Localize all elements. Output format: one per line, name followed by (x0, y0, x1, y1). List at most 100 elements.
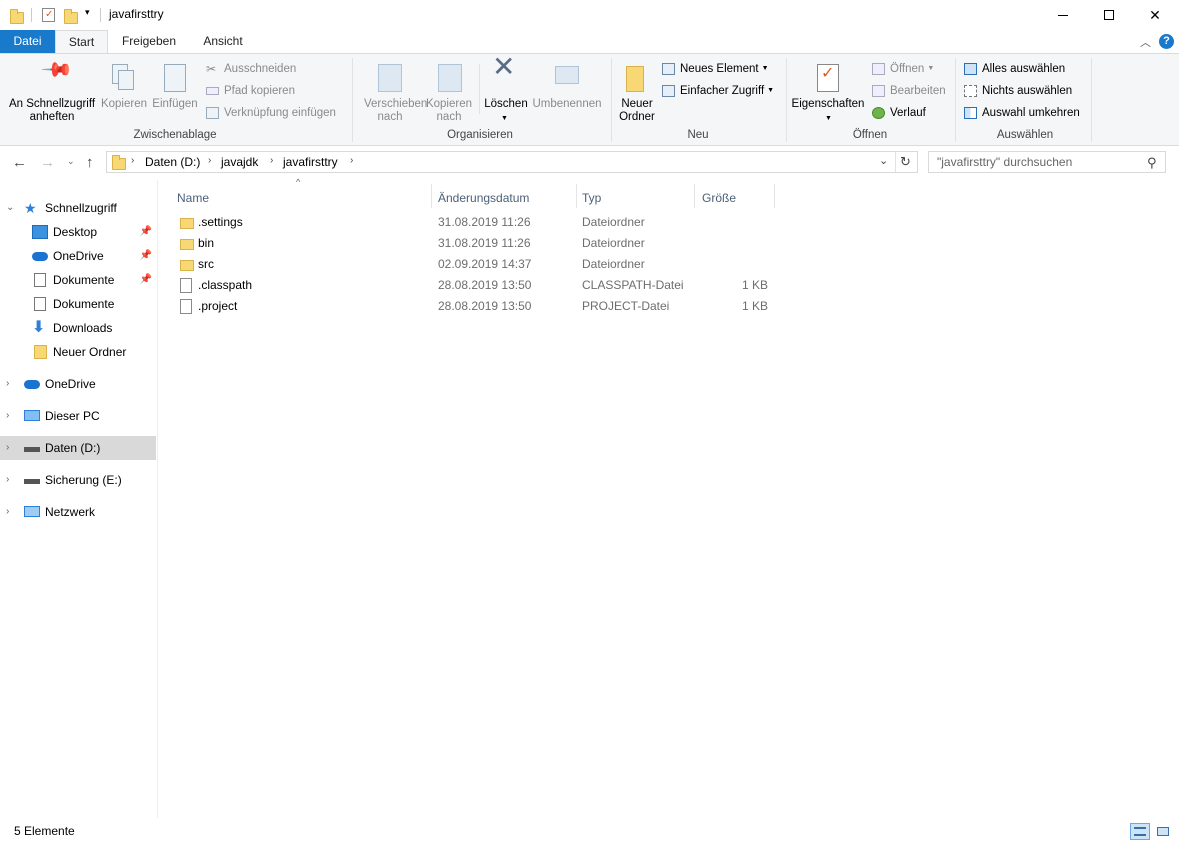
collapsed-chevron-icon[interactable]: › (6, 372, 9, 396)
drive-icon (24, 447, 40, 452)
move-to-button[interactable]: Verschieben nach (356, 62, 428, 132)
copy-to-button[interactable]: Kopieren nach (424, 62, 474, 132)
column-header-size[interactable]: Größe (696, 186, 774, 210)
nav-item-documents-pinned[interactable]: Dokumente 📌 (0, 268, 156, 292)
new-item-button[interactable]: Neues Element ▼ (660, 60, 769, 78)
address-bar[interactable]: › Daten (D:) › javajdk › javafirsttry › … (106, 151, 918, 173)
nav-item-label: Desktop (53, 225, 98, 239)
nav-root-onedrive[interactable]: › OneDrive (0, 372, 156, 396)
up-arrow-icon[interactable]: ↑ (86, 154, 94, 171)
edit-button[interactable]: Bearbeiten (870, 82, 946, 100)
rename-button[interactable]: Umbenennen (530, 62, 604, 132)
move-to-label: Verschieben nach (364, 98, 428, 123)
column-header-name[interactable]: Name (171, 186, 431, 210)
breadcrumb-javafirsttry[interactable]: javafirsttry (283, 155, 338, 169)
column-header-date[interactable]: Änderungsdatum (432, 186, 576, 210)
nav-root-network[interactable]: › Netzwerk (0, 500, 156, 524)
history-button[interactable]: Verlauf (870, 104, 926, 122)
breadcrumb-chevron-icon[interactable]: › (208, 155, 211, 166)
copy-button[interactable]: Kopieren (100, 62, 148, 126)
search-icon[interactable]: ⚲ (1147, 153, 1157, 173)
file-date: 31.08.2019 11:26 (438, 236, 531, 250)
table-row[interactable]: src 02.09.2019 14:37 Dateiordner (174, 254, 794, 275)
nav-root-label: Netzwerk (45, 505, 96, 519)
address-history-dropdown-icon[interactable]: ⌄ (879, 154, 888, 167)
collapsed-chevron-icon[interactable]: › (6, 468, 9, 492)
forward-arrow-icon[interactable]: → (40, 154, 55, 171)
nav-item-label: Downloads (53, 321, 113, 335)
nav-item-documents[interactable]: Dokumente (0, 292, 156, 316)
tab-share[interactable]: Freigeben (110, 30, 188, 53)
qat-customize-icon[interactable]: ▾ (85, 7, 90, 18)
nav-root-drive-e[interactable]: › Sicherung (E:) (0, 468, 156, 492)
properties-dropdown-icon[interactable]: ▼ (825, 112, 832, 125)
new-folder-button[interactable]: Neuer Ordner (614, 62, 660, 132)
pin-icon[interactable]: 📌 (140, 220, 152, 244)
folder-icon (180, 239, 194, 250)
search-input[interactable]: "javafirsttry" durchsuchen ⚲ (928, 151, 1166, 173)
nav-root-drive-d[interactable]: › Daten (D:) (0, 436, 156, 460)
back-arrow-icon[interactable]: ← (12, 154, 27, 171)
paste-shortcut-button[interactable]: Verknüpfung einfügen (204, 104, 336, 122)
breadcrumb-chevron-icon[interactable]: › (350, 155, 353, 166)
delete-button[interactable]: ✕ Löschen ▼ (482, 51, 530, 132)
breadcrumb-javajdk[interactable]: javajdk (221, 155, 258, 169)
paste-button[interactable]: Einfügen (150, 62, 200, 126)
copy-path-button[interactable]: Pfad kopieren (204, 82, 295, 100)
tab-file[interactable]: Datei (0, 30, 55, 53)
breadcrumb-daten[interactable]: Daten (D:) (145, 155, 200, 169)
table-row[interactable]: bin 31.08.2019 11:26 Dateiordner (174, 233, 794, 254)
large-icons-view-icon (1157, 827, 1169, 836)
collapse-ribbon-icon[interactable]: ︿ (1140, 34, 1151, 50)
recent-locations-icon[interactable]: ⌄ (67, 156, 75, 167)
invert-selection-button[interactable]: Auswahl umkehren (962, 104, 1080, 122)
nav-item-desktop[interactable]: Desktop 📌 (0, 220, 156, 244)
nav-item-onedrive-quick[interactable]: OneDrive 📌 (0, 244, 156, 268)
column-header-type[interactable]: Typ (576, 186, 694, 210)
qat-properties-icon[interactable]: ✓ (42, 8, 55, 22)
collapsed-chevron-icon[interactable]: › (6, 500, 9, 524)
nav-item-new-folder[interactable]: Neuer Ordner (0, 340, 156, 364)
desktop-icon (32, 225, 48, 239)
details-view-button[interactable] (1130, 823, 1150, 840)
nav-item-downloads[interactable]: ⬇ Downloads (0, 316, 156, 340)
tab-view[interactable]: Ansicht (190, 30, 256, 53)
open-button[interactable]: Öffnen ▼ (870, 60, 934, 78)
select-all-button[interactable]: Alles auswählen (962, 60, 1065, 78)
table-row[interactable]: .project 28.08.2019 13:50 PROJECT-Datei … (174, 296, 794, 317)
details-view-icon (1134, 827, 1146, 836)
close-button[interactable]: ✕ (1132, 0, 1178, 30)
pin-quick-access-button[interactable]: 📌 An Schnellzugriff anheften (4, 54, 100, 126)
pin-icon[interactable]: 📌 (140, 244, 152, 268)
cut-button[interactable]: ✂ Ausschneiden (204, 60, 296, 78)
expanded-chevron-icon[interactable]: ⌄ (6, 196, 14, 220)
breadcrumb-chevron-icon[interactable]: › (270, 155, 273, 166)
refresh-icon[interactable]: ↻ (900, 154, 911, 170)
delete-x-icon: ✕ (492, 51, 516, 82)
invert-selection-icon (964, 107, 977, 119)
tab-start[interactable]: Start (55, 30, 108, 53)
table-row[interactable]: .settings 31.08.2019 11:26 Dateiordner (174, 212, 794, 233)
easy-access-button[interactable]: Einfacher Zugriff ▼ (660, 82, 774, 100)
help-icon[interactable]: ? (1159, 34, 1174, 49)
large-icons-view-button[interactable] (1153, 823, 1173, 840)
column-divider[interactable] (774, 184, 775, 208)
properties-button[interactable]: ✓ Eigenschaften ▼ (789, 62, 867, 132)
file-type: Dateiordner (582, 257, 645, 271)
nav-quick-access[interactable]: ⌄ ★ Schnellzugriff (0, 196, 156, 220)
column-divider[interactable] (694, 184, 695, 208)
breadcrumb-chevron-icon[interactable]: › (131, 155, 134, 166)
select-none-button[interactable]: Nichts auswählen (962, 82, 1072, 100)
pin-icon[interactable]: 📌 (140, 268, 152, 292)
collapsed-chevron-icon[interactable]: › (6, 436, 9, 460)
collapsed-chevron-icon[interactable]: › (6, 404, 9, 428)
nav-root-this-pc[interactable]: › Dieser PC (0, 404, 156, 428)
nav-quick-access-label: Schnellzugriff (45, 201, 117, 215)
open-group-label: Öffnen (852, 129, 888, 141)
table-row[interactable]: .classpath 28.08.2019 13:50 CLASSPATH-Da… (174, 275, 794, 296)
maximize-button[interactable] (1086, 0, 1132, 30)
delete-dropdown-icon[interactable]: ▼ (501, 112, 508, 125)
easy-access-dropdown-icon: ▼ (767, 87, 775, 94)
folder-icon (180, 218, 194, 229)
minimize-button[interactable] (1040, 0, 1086, 30)
